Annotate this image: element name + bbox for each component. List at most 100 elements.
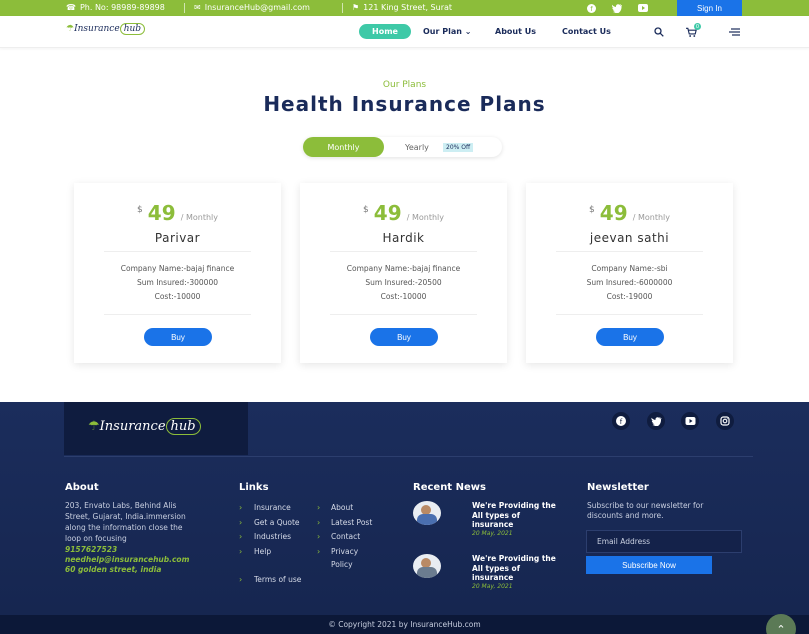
news-title-line[interactable]: insurance [472, 520, 513, 530]
phone-icon: ☎ [66, 3, 76, 12]
news-title-line[interactable]: insurance [472, 573, 513, 583]
divider [556, 251, 703, 252]
newsletter-email-input[interactable] [586, 530, 742, 553]
divider [342, 3, 343, 13]
youtube-icon[interactable] [637, 2, 649, 14]
buy-button[interactable]: Buy [596, 328, 664, 346]
nav-home[interactable]: Home [359, 24, 411, 39]
sign-in-button[interactable]: Sign In [677, 0, 742, 16]
footer-newsletter-title: Newsletter [587, 482, 649, 493]
news-thumbnail[interactable] [413, 501, 441, 525]
footer-link-get-a-quote[interactable]: Get a Quote [254, 518, 300, 527]
currency-symbol: $ [136, 205, 143, 215]
buy-button[interactable]: Buy [144, 328, 212, 346]
news-title-line[interactable]: We're Providing the [472, 554, 556, 564]
price-period: / Monthly [406, 213, 445, 222]
copyright-bar: © Copyright 2021 by InsuranceHub.com [0, 615, 809, 634]
section-eyebrow: Our Plans [382, 80, 427, 90]
divider [184, 3, 185, 13]
price-period: / Monthly [632, 213, 671, 222]
facebook-icon[interactable]: f [585, 2, 597, 14]
footer-link-help[interactable]: Help [254, 547, 271, 556]
plan-sum-insured: Sum Insured:-300000 [137, 278, 218, 287]
plan-sum-insured: Sum Insured:-6000000 [586, 278, 673, 287]
footer-link-latest-post[interactable]: Latest Post [331, 518, 372, 527]
footer-links-title: Links [239, 482, 269, 493]
youtube-icon[interactable] [681, 412, 699, 430]
about-text-line: 203, Envato Labs, Behind Alis [65, 501, 177, 510]
news-title-line[interactable]: We're Providing the [472, 501, 556, 511]
chevron-right-icon: › [239, 503, 243, 512]
footer-phone[interactable]: 9157627523 [65, 545, 117, 554]
footer-email[interactable]: needhelp@insurancehub.com [65, 555, 189, 564]
billing-toggle[interactable]: Monthly Yearly 20% Off [303, 137, 502, 157]
chevron-right-icon: › [317, 503, 321, 512]
plan-company: Company Name:-bajaj finance [120, 264, 235, 273]
about-text-line: Street, Gujarat, India.immersion [65, 512, 186, 521]
chevron-down-icon: ⌄ [461, 27, 472, 36]
footer-link-industries[interactable]: Industries [254, 532, 291, 541]
nav-about-us[interactable]: About Us [495, 27, 536, 36]
top-bar: ☎ Ph. No: 98989-89898 ✉ InsuranceHub@gma… [0, 0, 809, 16]
plan-cost: Cost:-10000 [380, 292, 427, 301]
price-amount: 49 [373, 201, 402, 225]
menu-icon[interactable] [728, 26, 740, 38]
copyright-text: © Copyright 2021 by InsuranceHub.com [328, 620, 481, 629]
currency-symbol: $ [362, 205, 369, 215]
yearly-option[interactable]: Yearly [405, 143, 429, 152]
footer-link-insurance[interactable]: Insurance [254, 503, 291, 512]
nav-our-plan-label: Our Plan [423, 27, 462, 36]
phone-text: Ph. No: 98989-89898 [79, 3, 165, 12]
footer-link-about[interactable]: About [331, 503, 353, 512]
logo[interactable]: ☂Insurance hub [66, 23, 146, 35]
chevron-right-icon: › [317, 547, 321, 556]
footer-link-privacy[interactable]: Privacy [331, 547, 358, 556]
subscribe-button[interactable]: Subscribe Now [586, 556, 712, 574]
logo-hub-text: hub [119, 23, 146, 35]
plan-card: $ 49 / Monthly Hardik Company Name:-baja… [300, 183, 507, 363]
divider [330, 314, 477, 315]
news-thumbnail[interactable] [413, 554, 441, 578]
buy-button[interactable]: Buy [370, 328, 438, 346]
divider [104, 251, 251, 252]
footer-link-terms[interactable]: Terms of use [254, 575, 301, 584]
chevron-right-icon: › [317, 532, 321, 541]
discount-badge: 20% Off [443, 143, 474, 152]
divider [104, 314, 251, 315]
price-amount: 49 [147, 201, 176, 225]
monthly-option[interactable]: Monthly [303, 137, 384, 157]
plan-name: Hardik [382, 231, 425, 245]
search-icon[interactable] [653, 26, 665, 38]
cart-count-badge: 0 [694, 23, 701, 30]
logo-text: Insurance [74, 24, 120, 34]
newsletter-text: discounts and more. [587, 511, 664, 520]
nav-our-plan[interactable]: Our Plan ⌄ [423, 27, 471, 36]
instagram-icon[interactable] [716, 412, 734, 430]
chevron-up-icon: ⌃ [776, 622, 786, 634]
twitter-icon[interactable] [647, 412, 665, 430]
main-nav: ☂Insurance hub Home Our Plan ⌄ About Us C… [0, 16, 809, 48]
footer-divider [64, 456, 753, 457]
chevron-right-icon: › [317, 518, 321, 527]
footer-logo-hub: hub [165, 418, 201, 435]
logo-umbrella-icon: ☂ [88, 419, 100, 434]
footer-link-policy[interactable]: Policy [331, 560, 353, 569]
cart-icon[interactable]: 0 [686, 23, 701, 38]
plan-price: $ 49 / Monthly [74, 201, 281, 225]
plan-sum-insured: Sum Insured:-20500 [365, 278, 442, 287]
footer-link-contact[interactable]: Contact [331, 532, 360, 541]
plan-name: Parivar [154, 231, 201, 245]
facebook-icon[interactable]: f [612, 412, 630, 430]
plan-card: $ 49 / Monthly jeevan sathi Company Name… [526, 183, 733, 363]
address-text: 121 King Street, Surat [363, 3, 453, 12]
currency-symbol: $ [588, 205, 595, 215]
email-text[interactable]: InsuranceHub@gmail.com [205, 3, 310, 12]
footer: ☂Insurance hub f About 203, Envato Labs, … [0, 402, 809, 615]
twitter-icon[interactable] [611, 2, 623, 14]
about-text-line: along the information close the [65, 523, 183, 532]
chevron-right-icon: › [239, 532, 243, 541]
nav-contact-us[interactable]: Contact Us [562, 27, 611, 36]
footer-logo-box: ☂Insurance hub [64, 402, 248, 455]
footer-logo[interactable]: ☂Insurance hub [88, 418, 201, 435]
footer-address: 60 golden street, india [65, 565, 162, 574]
